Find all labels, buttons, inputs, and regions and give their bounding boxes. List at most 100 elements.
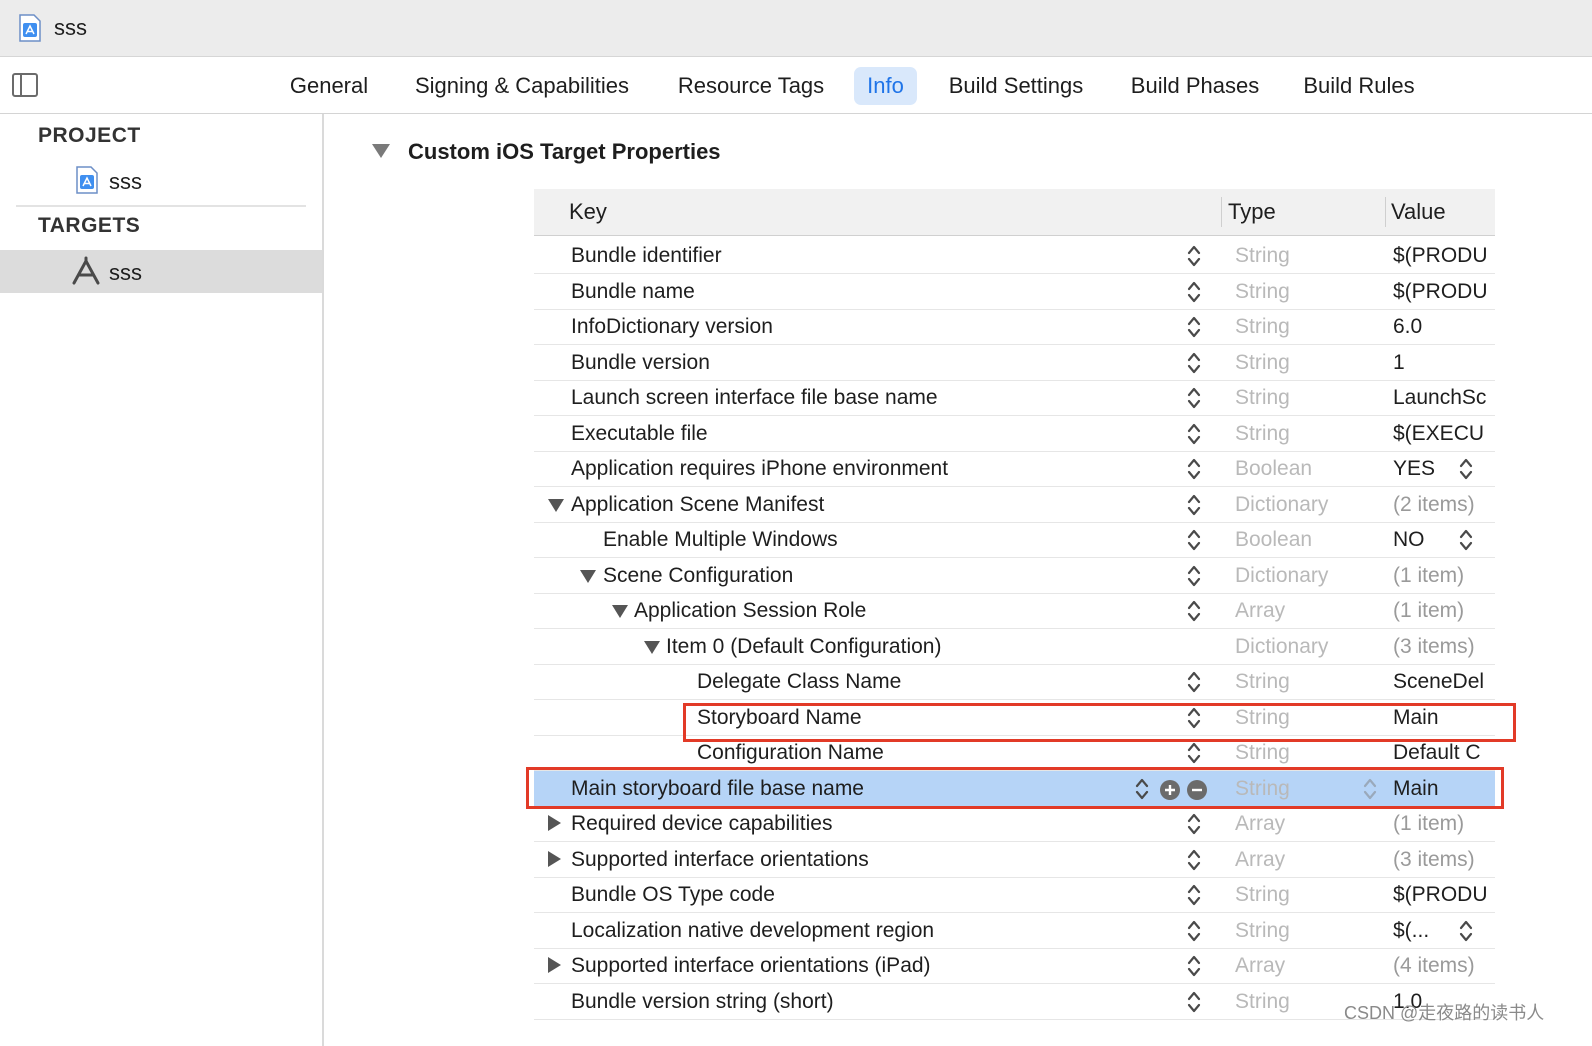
row-type[interactable]: String <box>1235 345 1290 380</box>
row-type[interactable]: String <box>1235 416 1290 451</box>
sidebar-item-target-selected[interactable] <box>0 250 322 293</box>
row-value[interactable]: 1 <box>1393 345 1493 380</box>
row-key[interactable]: Executable file <box>571 416 708 451</box>
disclosure-closed-icon[interactable] <box>548 815 561 831</box>
tab-build-rules[interactable]: Build Rules <box>1298 67 1420 105</box>
key-stepper-icon[interactable] <box>1186 279 1202 305</box>
table-row[interactable]: Enable Multiple Windows Boolean NO <box>534 522 1495 558</box>
key-stepper-icon[interactable] <box>1186 456 1202 482</box>
key-stepper-icon[interactable] <box>1186 669 1202 695</box>
disclosure-open-icon[interactable] <box>548 498 564 512</box>
tab-build-phases[interactable]: Build Phases <box>1124 67 1266 105</box>
row-type[interactable]: Dictionary <box>1235 558 1328 593</box>
row-value[interactable]: SceneDel <box>1393 664 1493 699</box>
table-row[interactable]: InfoDictionary version String 6.0 <box>534 309 1495 345</box>
key-stepper-icon[interactable] <box>1186 563 1202 589</box>
disclosure-closed-icon[interactable] <box>548 850 561 867</box>
column-header-value[interactable]: Value <box>1391 189 1446 235</box>
disclosure-open-icon[interactable] <box>612 605 628 618</box>
table-row[interactable]: Application Session Role Array (1 item) <box>534 593 1495 629</box>
row-key[interactable]: Bundle version <box>571 345 710 380</box>
column-header-key[interactable]: Key <box>569 189 607 235</box>
row-key[interactable]: Supported interface orientations <box>571 842 869 877</box>
table-row[interactable]: Bundle OS Type code String $(PRODU <box>534 877 1495 913</box>
table-row[interactable]: Scene Configuration Dictionary (1 item) <box>534 558 1495 594</box>
key-stepper-icon[interactable] <box>1186 918 1202 944</box>
row-value[interactable]: (1 item) <box>1393 593 1495 628</box>
row-key[interactable]: Bundle name <box>571 274 695 309</box>
table-row[interactable]: Application requires iPhone environment B… <box>534 451 1495 487</box>
key-stepper-icon[interactable] <box>1186 882 1202 908</box>
row-type[interactable]: String <box>1235 274 1290 309</box>
row-value[interactable]: $(PRODU <box>1393 274 1493 309</box>
disclosure-open-icon[interactable] <box>644 640 660 654</box>
row-type[interactable]: String <box>1235 913 1290 948</box>
disclosure-open-icon[interactable] <box>580 569 596 583</box>
row-value[interactable]: (1 item) <box>1393 806 1495 841</box>
row-value[interactable]: LaunchSc <box>1393 380 1493 415</box>
tab-signing-capabilities[interactable]: Signing & Capabilities <box>404 67 640 105</box>
table-row[interactable]: Bundle identifier String $(PRODU <box>534 238 1495 274</box>
key-stepper-icon[interactable] <box>1186 598 1202 624</box>
row-value[interactable]: (1 item) <box>1393 558 1495 593</box>
table-row[interactable]: Supported interface orientations (iPad) A… <box>534 948 1495 984</box>
sidebar-item-target[interactable]: sss <box>109 260 142 286</box>
key-stepper-icon[interactable] <box>1186 989 1202 1015</box>
row-value[interactable]: $(PRODU <box>1393 238 1493 273</box>
table-row[interactable]: Application Scene Manifest Dictionary (2 i… <box>534 487 1495 523</box>
row-type[interactable]: Array <box>1235 948 1285 983</box>
row-type[interactable]: Array <box>1235 593 1285 628</box>
table-row[interactable]: Delegate Class Name String SceneDel <box>534 664 1495 700</box>
row-key[interactable]: InfoDictionary version <box>571 309 773 344</box>
row-type[interactable]: Array <box>1235 806 1285 841</box>
row-value[interactable]: (3 items) <box>1393 629 1495 664</box>
row-key[interactable]: Enable Multiple Windows <box>603 522 838 557</box>
tab-build-settings[interactable]: Build Settings <box>940 67 1092 105</box>
row-type[interactable]: String <box>1235 238 1290 273</box>
row-key[interactable]: Application Session Role <box>634 593 866 628</box>
row-value[interactable]: (3 items) <box>1393 842 1495 877</box>
row-key[interactable]: Bundle identifier <box>571 238 722 273</box>
key-stepper-icon[interactable] <box>1186 314 1202 340</box>
row-type[interactable]: String <box>1235 984 1290 1019</box>
table-row[interactable]: Required device capabilities Array (1 item… <box>534 806 1495 842</box>
tab-info[interactable]: Info <box>854 67 917 105</box>
table-row[interactable]: Launch screen interface file base name St… <box>534 380 1495 416</box>
row-key[interactable]: Supported interface orientations (iPad) <box>571 948 931 983</box>
row-key[interactable]: Item 0 (Default Configuration) <box>666 629 941 664</box>
row-key[interactable]: Delegate Class Name <box>697 664 901 699</box>
table-row[interactable]: Bundle version String 1 <box>534 345 1495 381</box>
table-row[interactable]: Localization native development region St… <box>534 913 1495 949</box>
row-key[interactable]: Launch screen interface file base name <box>571 380 938 415</box>
row-type[interactable]: String <box>1235 877 1290 912</box>
key-stepper-icon[interactable] <box>1186 953 1202 979</box>
row-key[interactable]: Bundle version string (short) <box>571 984 834 1019</box>
row-value[interactable]: $(EXECU <box>1393 416 1493 451</box>
key-stepper-icon[interactable] <box>1186 385 1202 411</box>
table-row[interactable]: Supported interface orientations Array (3 … <box>534 842 1495 878</box>
row-type[interactable]: Array <box>1235 842 1285 877</box>
row-type[interactable]: String <box>1235 309 1290 344</box>
row-key[interactable]: Application requires iPhone environment <box>571 451 948 486</box>
row-type[interactable]: String <box>1235 380 1290 415</box>
row-value[interactable]: NO <box>1393 522 1493 557</box>
key-stepper-icon[interactable] <box>1186 421 1202 447</box>
table-row[interactable]: Executable file String $(EXECU <box>534 416 1495 452</box>
row-value[interactable]: $(PRODU <box>1393 877 1493 912</box>
key-stepper-icon[interactable] <box>1186 527 1202 553</box>
row-key[interactable]: Required device capabilities <box>571 806 833 841</box>
key-stepper-icon[interactable] <box>1186 847 1202 873</box>
tab-resource-tags[interactable]: Resource Tags <box>670 67 832 105</box>
sidebar-toggle-icon[interactable] <box>12 73 38 97</box>
value-popup-icon[interactable] <box>1458 918 1474 944</box>
row-value[interactable]: (4 items) <box>1393 948 1495 983</box>
row-type[interactable]: String <box>1235 664 1290 699</box>
row-value[interactable]: 6.0 <box>1393 309 1493 344</box>
row-key[interactable]: Application Scene Manifest <box>571 487 824 522</box>
row-type[interactable]: Boolean <box>1235 451 1312 486</box>
row-key[interactable]: Localization native development region <box>571 913 934 948</box>
column-header-type[interactable]: Type <box>1228 189 1276 235</box>
row-key[interactable]: Scene Configuration <box>603 558 793 593</box>
row-value[interactable]: $(... <box>1393 913 1493 948</box>
row-value[interactable]: YES <box>1393 451 1493 486</box>
